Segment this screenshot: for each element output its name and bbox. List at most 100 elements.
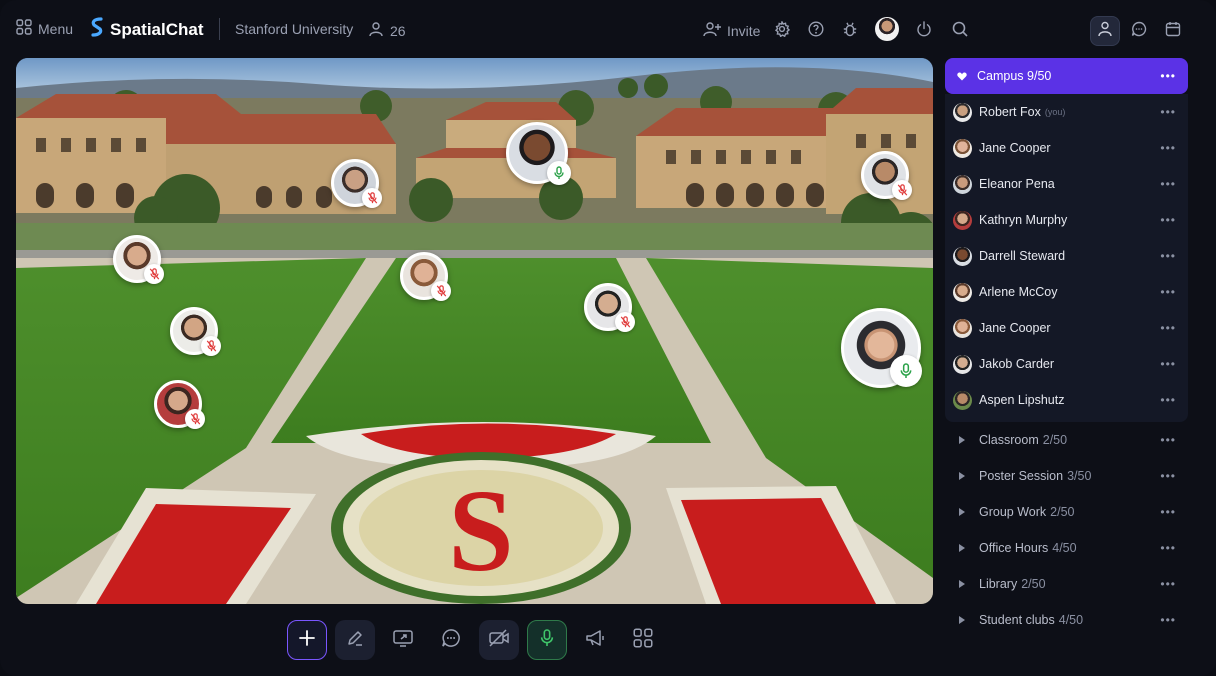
campus-scene[interactable]: S [16,58,933,604]
more-options-icon[interactable]: ••• [1160,322,1176,334]
room-item[interactable]: Library 2/50 ••• [945,566,1188,602]
plus-icon [298,629,316,652]
people-count[interactable]: 26 [368,21,406,40]
org-name: Stanford University [235,21,354,37]
avatar [953,390,972,410]
camera-button[interactable] [479,620,519,660]
member-name: Jane Cooper [979,321,1051,335]
member-item[interactable]: Eleanor Pena ••• [945,166,1188,202]
member-name: Jakob Carder [979,357,1055,371]
gear-icon[interactable] [771,18,793,40]
microphone-on-icon [547,161,571,185]
room-item[interactable]: Student clubs 4/50 ••• [945,602,1188,638]
search-icon[interactable] [949,18,971,40]
apps-icon [633,628,653,653]
microphone-muted-icon [185,409,205,429]
member-item[interactable]: Jane Cooper ••• [945,130,1188,166]
avatar [953,354,972,374]
member-item[interactable]: Arlene McCoy ••• [945,274,1188,310]
avatar-8[interactable] [154,380,205,429]
avatar-2[interactable] [331,159,382,208]
member-item[interactable]: Jakob Carder ••• [945,346,1188,382]
avatar-5[interactable] [400,252,451,301]
member-item[interactable]: Darrell Steward ••• [945,238,1188,274]
help-icon[interactable] [805,18,827,40]
member-name: Robert Fox [979,105,1041,119]
room-name: Library [979,577,1018,591]
room-item[interactable]: Classroom 2/50 ••• [945,422,1188,458]
avatar-7[interactable] [170,307,221,356]
more-options-icon[interactable]: ••• [1160,434,1176,446]
people-count-value: 26 [390,22,406,39]
more-options-icon[interactable]: ••• [1160,70,1176,82]
camera-off-icon [488,628,510,653]
room-name: Classroom [979,433,1039,447]
avatar-4[interactable] [113,235,164,284]
microphone-muted-icon [431,281,451,301]
chat-button[interactable] [431,620,471,660]
member-item[interactable]: Robert Fox (you) ••• [945,94,1188,130]
brand-name: SpatialChat [110,19,204,39]
avatar [953,318,972,338]
more-options-icon[interactable]: ••• [1160,358,1176,370]
app-window: Menu SpatialChat Stanford University 26 … [0,0,1216,676]
bug-icon[interactable] [839,18,861,40]
add-button[interactable] [287,620,327,660]
current-room-header[interactable]: Campus 9/50 ••• [945,58,1188,94]
avatar-9[interactable] [841,308,922,388]
member-list: Robert Fox (you) ••• Jane Cooper ••• Ele… [945,94,1188,422]
avatar-1[interactable] [506,122,571,185]
member-name: Jane Cooper [979,141,1051,155]
more-options-icon[interactable]: ••• [1160,578,1176,590]
chevron-right-icon [959,508,965,516]
room-item[interactable]: Poster Session 3/50 ••• [945,458,1188,494]
more-options-icon[interactable]: ••• [1160,506,1176,518]
people-panel-button[interactable] [1090,16,1120,46]
person-icon [1098,21,1112,42]
more-options-icon[interactable]: ••• [1160,614,1176,626]
more-options-icon[interactable]: ••• [1160,470,1176,482]
chevron-right-icon [959,472,965,480]
member-name: Kathryn Murphy [979,213,1068,227]
more-options-icon[interactable]: ••• [1160,542,1176,554]
rooms-sidebar: Campus 9/50 ••• Robert Fox (you) ••• Jan… [945,58,1188,638]
apps-button[interactable] [623,620,663,660]
calendar-panel-button[interactable] [1158,16,1188,46]
avatar[interactable] [875,17,899,41]
avatar-6[interactable] [584,283,635,332]
campus-background-image: S [16,58,933,604]
brand-logo: SpatialChat [90,17,204,42]
member-name: Eleanor Pena [979,177,1055,191]
broadcast-button[interactable] [575,620,615,660]
avatar-3[interactable] [861,151,912,200]
microphone-muted-icon [362,188,382,208]
member-item[interactable]: Kathryn Murphy ••• [945,202,1188,238]
screen-share-button[interactable] [383,620,423,660]
microphone-muted-icon [144,264,164,284]
menu-button[interactable]: Menu [16,19,73,38]
chat-icon [1131,21,1147,42]
grid-icon [16,19,32,38]
more-options-icon[interactable]: ••• [1160,142,1176,154]
member-item[interactable]: Jane Cooper ••• [945,310,1188,346]
member-tag: (you) [1044,107,1066,117]
chat-bubble-icon [441,628,461,653]
microphone-muted-icon [201,336,221,356]
member-item[interactable]: Aspen Lipshutz ••• [945,382,1188,418]
invite-button[interactable]: Invite [703,21,760,40]
member-name: Aspen Lipshutz [979,393,1065,407]
logo-icon [90,17,104,42]
more-options-icon[interactable]: ••• [1160,394,1176,406]
current-room-name: Campus [977,69,1024,83]
more-options-icon[interactable]: ••• [1160,106,1176,118]
power-icon[interactable] [913,18,935,40]
room-item[interactable]: Office Hours 4/50 ••• [945,530,1188,566]
microphone-button[interactable] [527,620,567,660]
more-options-icon[interactable]: ••• [1160,286,1176,298]
chat-panel-button[interactable] [1124,16,1154,46]
more-options-icon[interactable]: ••• [1160,250,1176,262]
room-item[interactable]: Group Work 2/50 ••• [945,494,1188,530]
more-options-icon[interactable]: ••• [1160,178,1176,190]
more-options-icon[interactable]: ••• [1160,214,1176,226]
draw-button[interactable] [335,620,375,660]
